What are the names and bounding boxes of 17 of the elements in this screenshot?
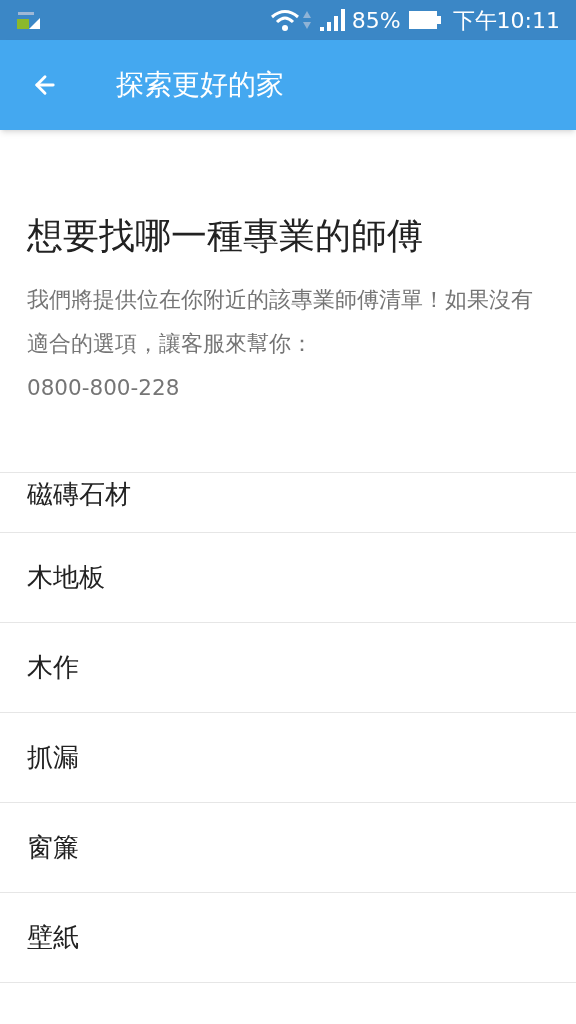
battery-percent: 85% <box>351 6 401 35</box>
clock: 下午10:11 <box>452 6 560 35</box>
data-arrows-icon <box>301 9 312 31</box>
category-item[interactable]: 壁紙 <box>0 893 576 983</box>
category-item[interactable]: 木作 <box>0 623 576 713</box>
battery-icon <box>408 10 441 30</box>
category-item[interactable]: 磁磚石材 <box>0 473 576 533</box>
heading: 想要找哪一種專業的師傅 <box>27 214 424 258</box>
description: 我們將提供位在你附近的該專業師傅清單！如果沒有適合的選項，讓客服來幫你： <box>27 286 534 358</box>
wifi-icon <box>269 8 300 32</box>
category-item[interactable]: 木地板 <box>0 533 576 623</box>
phone-number: 0800-800-228 <box>27 374 181 402</box>
category-item[interactable]: 抓漏 <box>0 713 576 803</box>
data-icon <box>16 9 42 31</box>
category-item[interactable]: 窗簾 <box>0 803 576 893</box>
signal-icon <box>319 8 346 32</box>
app-bar-title: 探索更好的家 <box>116 67 284 103</box>
